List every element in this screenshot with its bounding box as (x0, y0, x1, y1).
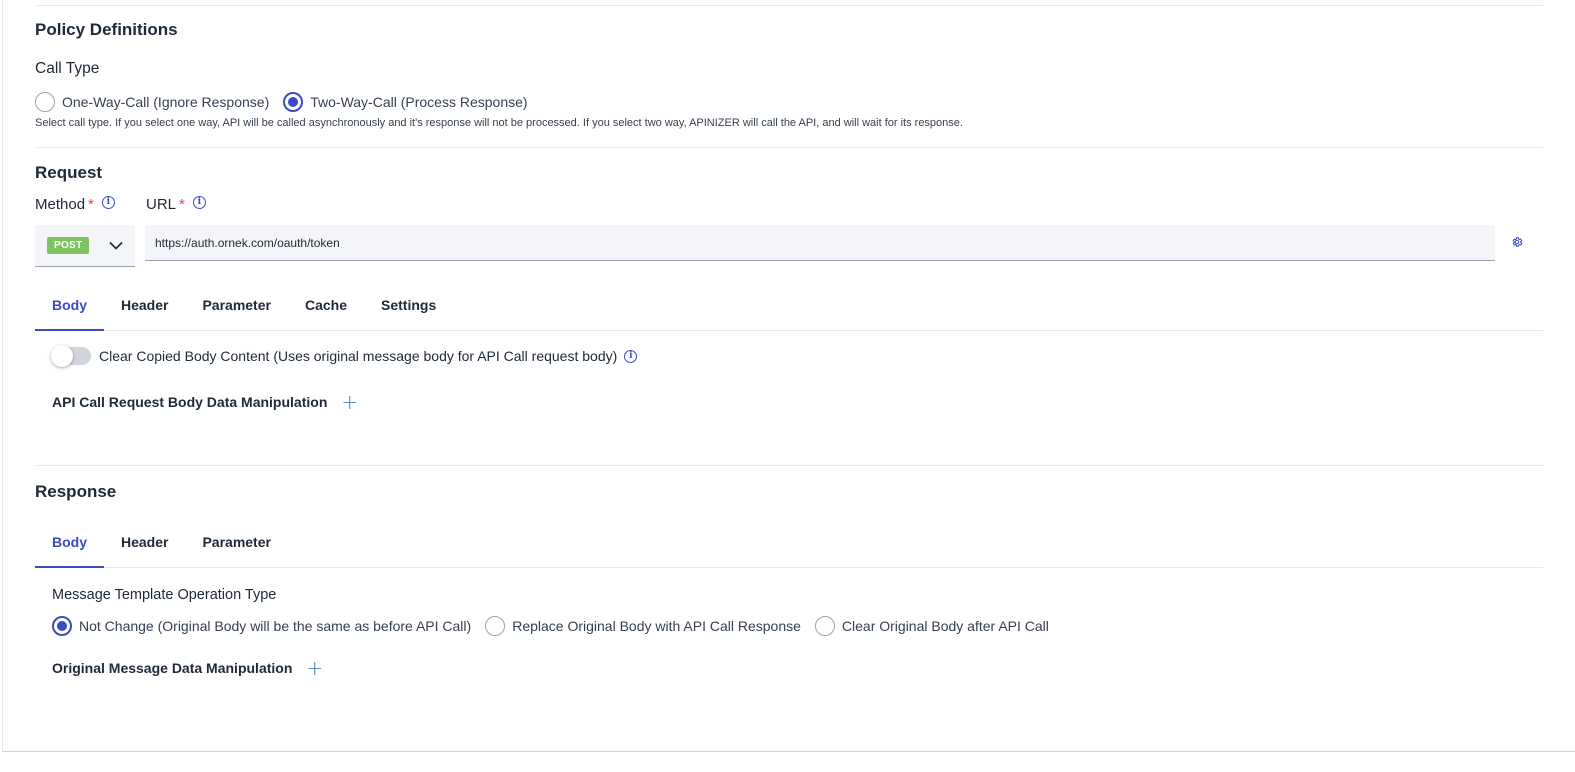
policy-definitions-title: Policy Definitions (35, 20, 178, 39)
url-label-group: URL * i (146, 196, 206, 213)
clear-body-label: Clear Copied Body Content (Uses original… (99, 348, 618, 364)
request-body-manipulation-row: API Call Request Body Data Manipulation … (52, 392, 358, 412)
info-icon[interactable]: i (101, 196, 115, 209)
info-icon[interactable]: i (624, 349, 638, 363)
method-label: Method (35, 196, 86, 213)
info-icon[interactable]: i (192, 196, 206, 209)
url-label: URL (146, 196, 177, 213)
call-type-hint: Select call type. If you select one way,… (35, 117, 963, 129)
method-label-group: Method * i (35, 196, 115, 213)
radio-replace-original-body[interactable]: Replace Original Body with API Call Resp… (485, 616, 801, 636)
required-mark: * (88, 196, 94, 213)
radio-circle-checked (52, 616, 72, 636)
clear-body-toggle[interactable] (51, 345, 91, 367)
radio-circle-checked (283, 92, 304, 112)
radio-circle-unchecked (35, 92, 55, 112)
radio-circle-unchecked (814, 616, 835, 636)
tab-cache[interactable]: Cache (288, 280, 364, 330)
policy-panel: Policy Definitions Call Type One-Way-Cal… (2, 0, 1575, 752)
radio-one-way-call[interactable]: One-Way-Call (Ignore Response) (35, 92, 269, 112)
tab-parameter[interactable]: Parameter (185, 280, 288, 330)
original-manipulation-label: Original Message Data Manipulation (52, 660, 293, 676)
request-tabs: Body Header Parameter Cache Settings (35, 280, 1543, 331)
radio-label: Two-Way-Call (Process Response) (310, 94, 528, 110)
divider (37, 465, 1543, 466)
url-input[interactable] (145, 225, 1495, 261)
radio-circle-unchecked (485, 616, 506, 636)
chevron-down-icon (109, 241, 123, 250)
clear-body-row: Clear Copied Body Content (Uses original… (51, 345, 638, 367)
original-manipulation-row: Original Message Data Manipulation + (52, 658, 323, 678)
tab-body[interactable]: Body (35, 517, 104, 568)
radio-label: Not Change (Original Body will be the sa… (79, 618, 472, 634)
radio-label: Clear Original Body after API Call (841, 618, 1049, 634)
operation-type-radio-group: Not Change (Original Body will be the sa… (52, 616, 1049, 636)
operation-type-label: Message Template Operation Type (52, 587, 277, 603)
response-tabs: Body Header Parameter (35, 517, 1543, 568)
radio-label: Replace Original Body with API Call Resp… (512, 618, 801, 634)
required-mark: * (179, 196, 185, 213)
method-badge: POST (47, 237, 90, 254)
tab-settings[interactable]: Settings (364, 280, 453, 330)
request-title: Request (35, 163, 103, 182)
gear-icon[interactable] (1511, 236, 1523, 248)
body-manipulation-label: API Call Request Body Data Manipulation (52, 394, 328, 410)
tab-body[interactable]: Body (35, 280, 104, 331)
method-select[interactable]: POST (35, 225, 135, 267)
tab-parameter[interactable]: Parameter (185, 517, 288, 567)
call-type-radio-group: One-Way-Call (Ignore Response) Two-Way-C… (35, 92, 528, 112)
plus-icon[interactable]: + (341, 392, 358, 412)
radio-label: One-Way-Call (Ignore Response) (62, 94, 270, 110)
response-title: Response (35, 482, 117, 501)
divider (37, 147, 1543, 148)
toggle-knob (51, 345, 73, 367)
plus-icon[interactable]: + (306, 658, 323, 678)
top-divider (37, 5, 1543, 6)
radio-two-way-call[interactable]: Two-Way-Call (Process Response) (283, 92, 528, 112)
tab-header[interactable]: Header (104, 280, 185, 330)
radio-not-change[interactable]: Not Change (Original Body will be the sa… (52, 616, 471, 636)
tab-header[interactable]: Header (104, 517, 185, 567)
call-type-label: Call Type (35, 60, 100, 77)
radio-clear-original-body[interactable]: Clear Original Body after API Call (814, 616, 1049, 636)
